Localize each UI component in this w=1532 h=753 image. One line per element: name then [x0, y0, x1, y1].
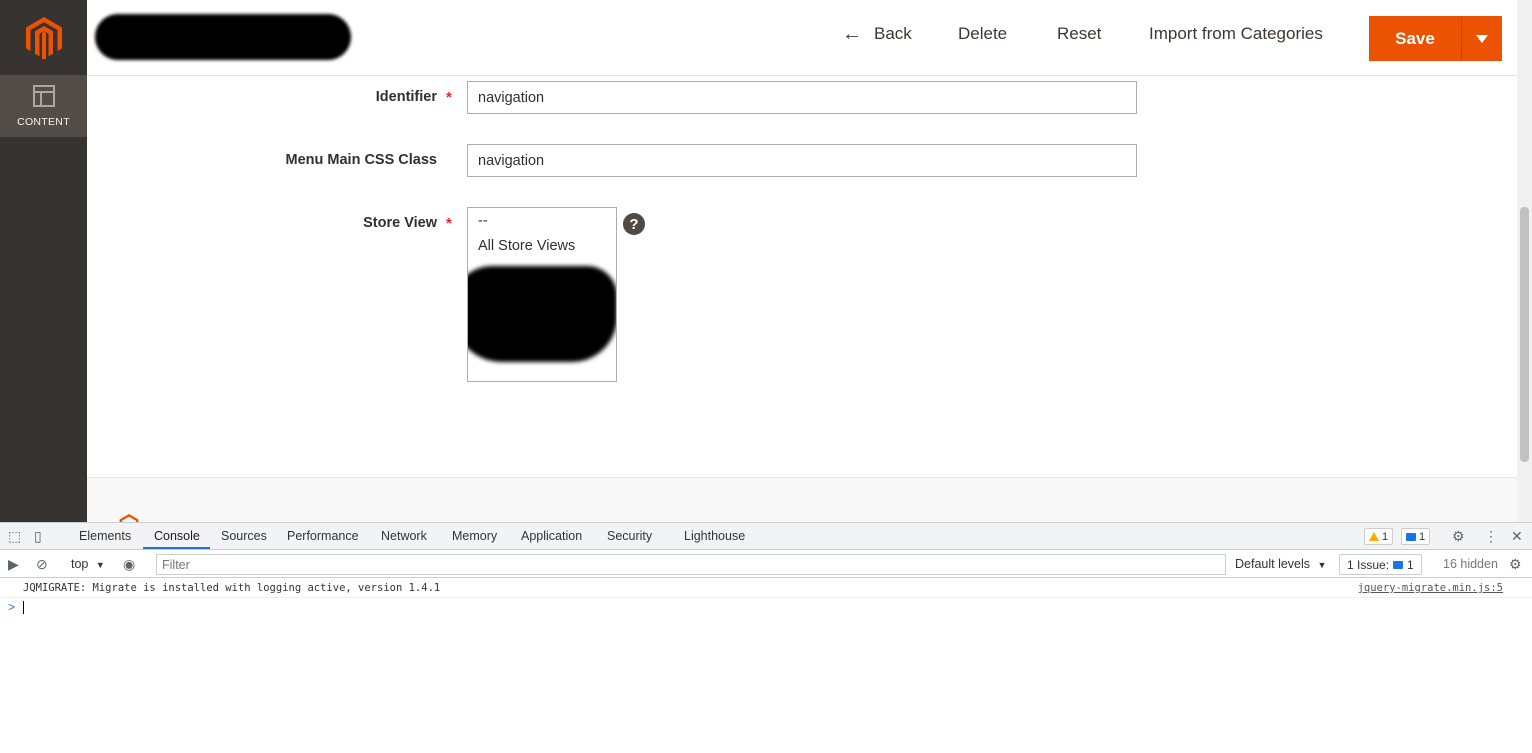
live-expression-eye-icon[interactable]: ◉ — [123, 556, 135, 573]
required-marker: * — [446, 215, 452, 232]
scrollbar-thumb[interactable] — [1520, 207, 1529, 462]
log-levels-dropdown[interactable]: Default levels ▼ — [1235, 557, 1326, 571]
tab-application[interactable]: Application — [521, 529, 582, 543]
delete-button[interactable]: Delete — [958, 24, 1007, 44]
magento-logo-icon[interactable] — [0, 0, 87, 75]
magento-footer-logo-icon — [119, 514, 139, 522]
console-source-link[interactable]: jquery-migrate.min.js:5 — [1358, 582, 1503, 594]
issues-button[interactable]: 1 Issue: 1 — [1339, 554, 1422, 575]
levels-value: Default levels — [1235, 557, 1311, 571]
devtools-tabbar: ⬚ ▯ Elements Console Sources Performance… — [0, 523, 1532, 550]
sidebar-item-label: CONTENT — [17, 116, 70, 128]
more-options-icon[interactable]: ⋮ — [1484, 528, 1498, 545]
edit-form: Identifier * Menu Main CSS Class Store V… — [87, 76, 1517, 476]
active-tab-indicator — [143, 547, 210, 549]
admin-sidebar: CONTENT — [0, 0, 87, 522]
import-from-categories-button[interactable]: Import from Categories — [1149, 24, 1323, 44]
save-button[interactable]: Save — [1369, 16, 1461, 61]
store-view-multiselect[interactable]: -- All Store Views — [467, 207, 617, 382]
reset-button[interactable]: Reset — [1057, 24, 1101, 44]
hidden-messages-count: 16 hidden — [1443, 557, 1498, 571]
content-layout-icon — [32, 85, 55, 112]
page-scrollbar[interactable] — [1517, 0, 1532, 522]
back-button[interactable]: ← Back — [842, 24, 912, 44]
store-view-option[interactable]: All Store Views — [468, 233, 616, 258]
tab-performance[interactable]: Performance — [287, 529, 359, 543]
dropdown-arrow-icon: ▼ — [95, 560, 105, 570]
store-view-option[interactable]: -- — [468, 208, 616, 233]
redacted-page-title — [95, 14, 351, 60]
message-icon — [1406, 532, 1416, 541]
help-icon[interactable]: ? — [623, 213, 645, 235]
console-filter-input[interactable] — [156, 554, 1226, 575]
required-marker: * — [446, 89, 452, 106]
tab-security[interactable]: Security — [607, 529, 652, 543]
warnings-badge[interactable]: 1 — [1364, 528, 1394, 545]
issue-icon — [1393, 560, 1404, 569]
tab-console[interactable]: Console — [154, 529, 200, 543]
devtools-panel: ⬚ ▯ Elements Console Sources Performance… — [0, 522, 1532, 753]
tab-network[interactable]: Network — [381, 529, 427, 543]
console-message-row: JQMIGRATE: Migrate is installed with log… — [0, 579, 1532, 598]
page-header: ← Back Delete Reset Import from Categori… — [87, 0, 1517, 76]
tab-elements[interactable]: Elements — [79, 529, 131, 543]
device-toolbar-icon[interactable]: ▯ — [34, 528, 42, 545]
identifier-input[interactable] — [467, 81, 1137, 114]
warning-count: 1 — [1382, 530, 1389, 543]
context-value: top — [71, 557, 89, 571]
redacted-options — [468, 266, 616, 362]
console-message: JQMIGRATE: Migrate is installed with log… — [23, 582, 441, 594]
sidebar-item-content[interactable]: CONTENT — [0, 75, 87, 137]
issues-label: 1 Issue: — [1347, 557, 1390, 572]
settings-gear-icon[interactable]: ⚙ — [1452, 528, 1465, 545]
console-toolbar: ▶ ⊘ top ▼ ◉ Default levels ▼ 1 Issue: 1 … — [0, 551, 1532, 578]
save-split-button: Save — [1369, 16, 1502, 61]
context-selector[interactable]: top ▼ — [71, 557, 105, 571]
identifier-label: Identifier — [375, 89, 437, 105]
warning-icon — [1369, 532, 1379, 541]
caret-down-icon — [1475, 34, 1488, 43]
console-settings-gear-icon[interactable]: ⚙ — [1509, 556, 1522, 573]
console-input-cursor[interactable] — [23, 601, 24, 614]
close-devtools-icon[interactable]: ✕ — [1511, 528, 1523, 545]
inspect-element-icon[interactable]: ⬚ — [8, 528, 21, 545]
tab-lighthouse[interactable]: Lighthouse — [684, 529, 745, 543]
arrow-left-icon: ← — [842, 23, 862, 45]
back-label: Back — [874, 24, 912, 43]
tab-sources[interactable]: Sources — [221, 529, 267, 543]
page-footer — [87, 477, 1517, 522]
message-count: 1 — [1419, 530, 1426, 543]
clear-console-icon[interactable]: ⊘ — [36, 556, 48, 573]
store-view-label: Store View — [363, 215, 437, 231]
messages-badge[interactable]: 1 — [1401, 528, 1431, 545]
sidebar-toggle-icon[interactable]: ▶ — [8, 556, 19, 573]
issues-count: 1 — [1407, 557, 1414, 572]
tab-memory[interactable]: Memory — [452, 529, 497, 543]
css-class-label: Menu Main CSS Class — [285, 152, 437, 168]
save-options-toggle[interactable] — [1461, 16, 1502, 61]
dropdown-arrow-icon: ▼ — [1317, 560, 1327, 570]
css-class-input[interactable] — [467, 144, 1137, 177]
console-prompt-icon: > — [8, 600, 16, 614]
